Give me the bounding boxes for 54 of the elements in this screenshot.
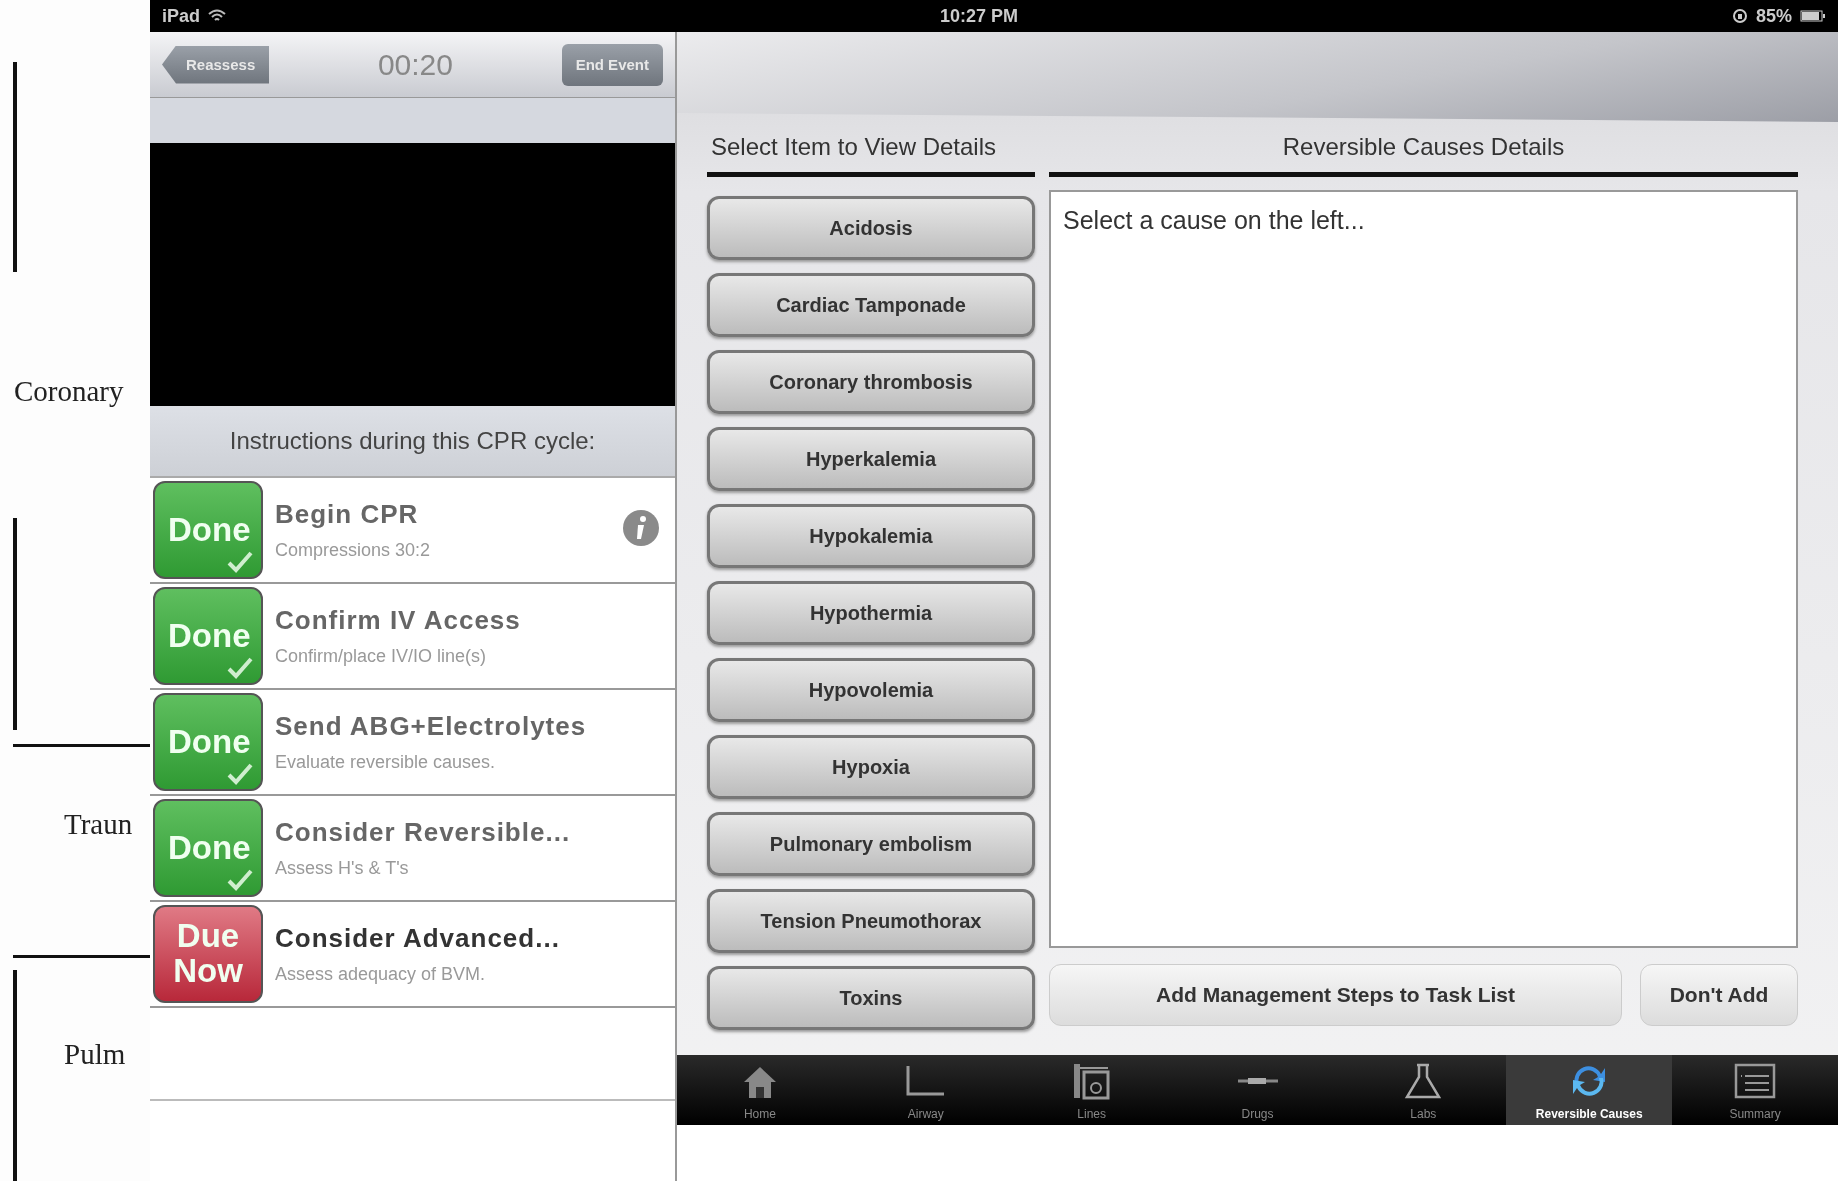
- summary-icon: [1733, 1061, 1778, 1100]
- cause-button[interactable]: Pulmonary embolism: [707, 812, 1035, 876]
- section-title: Instructions during this CPR cycle:: [229, 427, 596, 455]
- tab[interactable]: Drugs: [1174, 1055, 1341, 1125]
- tab[interactable]: Labs: [1340, 1055, 1507, 1125]
- column-title: Reversible Causes Details: [1282, 133, 1565, 161]
- carrier-text: iPad: [162, 5, 200, 27]
- task-title: Confirm IV Access: [275, 605, 521, 636]
- cause-button[interactable]: Acidosis: [707, 196, 1035, 260]
- clock-text: 10:27 PM: [939, 5, 1018, 27]
- check-icon: [227, 551, 253, 573]
- tab[interactable]: Airway: [842, 1055, 1009, 1125]
- battery-icon: [1800, 10, 1826, 22]
- cause-button[interactable]: Hypovolemia: [707, 658, 1035, 722]
- details-text: Select a cause on the left...: [1063, 206, 1365, 234]
- wifi-icon: [208, 9, 226, 23]
- cause-button[interactable]: Cardiac Tamponade: [707, 273, 1035, 337]
- task-row[interactable]: Done Confirm IV Access Confirm/place IV/IO line(s): [150, 584, 675, 690]
- cause-button[interactable]: Hypoxia: [707, 735, 1035, 799]
- status-badge[interactable]: Due Now: [153, 905, 263, 1003]
- task-subtitle: Compressions 30:2: [275, 540, 431, 561]
- document-heading: Pulm: [64, 1038, 127, 1071]
- tab[interactable]: Lines: [1008, 1055, 1175, 1125]
- timer-text: 00:20: [377, 47, 453, 82]
- tab[interactable]: Home: [677, 1055, 843, 1125]
- column-title: Select Item to View Details: [711, 133, 996, 161]
- tab[interactable]: Reversible Causes: [1506, 1055, 1673, 1125]
- check-icon: [227, 657, 253, 679]
- task-subtitle: Assess H's & T's: [275, 858, 410, 879]
- task-title: Send ABG+Electrolytes: [275, 711, 587, 742]
- cause-button[interactable]: Tension Pneumothorax: [707, 889, 1035, 953]
- cause-button[interactable]: Toxins: [707, 966, 1035, 1030]
- dont-add-button[interactable]: Don't Add: [1640, 964, 1798, 1026]
- check-icon: [227, 763, 253, 785]
- cause-button[interactable]: Hypothermia: [707, 581, 1035, 645]
- add-steps-button[interactable]: Add Management Steps to Task List: [1049, 964, 1622, 1026]
- tab[interactable]: Summary: [1672, 1055, 1838, 1125]
- cause-button[interactable]: Hyperkalemia: [707, 427, 1035, 491]
- document-heading: Coronary: [14, 375, 125, 408]
- task-row[interactable]: Due Now Consider Advanced... Assess adequacy of BVM.: [150, 902, 675, 1008]
- lock-rotation-icon: [1731, 8, 1748, 24]
- task-title: Consider Reversible...: [275, 817, 571, 848]
- cause-button[interactable]: Hypokalemia: [707, 504, 1035, 568]
- task-subtitle: Assess adequacy of BVM.: [275, 964, 487, 985]
- task-title: Begin CPR: [275, 499, 420, 530]
- battery-text: 85%: [1755, 5, 1792, 27]
- task-subtitle: Evaluate reversible causes.: [275, 752, 497, 773]
- info-icon[interactable]: [621, 508, 661, 548]
- task-row[interactable]: Done Send ABG+Electrolytes Evaluate reversible causes.: [150, 690, 675, 796]
- cause-button[interactable]: Coronary thrombosis: [707, 350, 1035, 414]
- task-subtitle: Confirm/place IV/IO line(s): [275, 646, 488, 667]
- check-icon: [227, 869, 253, 891]
- task-title: Consider Advanced...: [275, 923, 560, 954]
- document-heading: Traun: [64, 808, 134, 841]
